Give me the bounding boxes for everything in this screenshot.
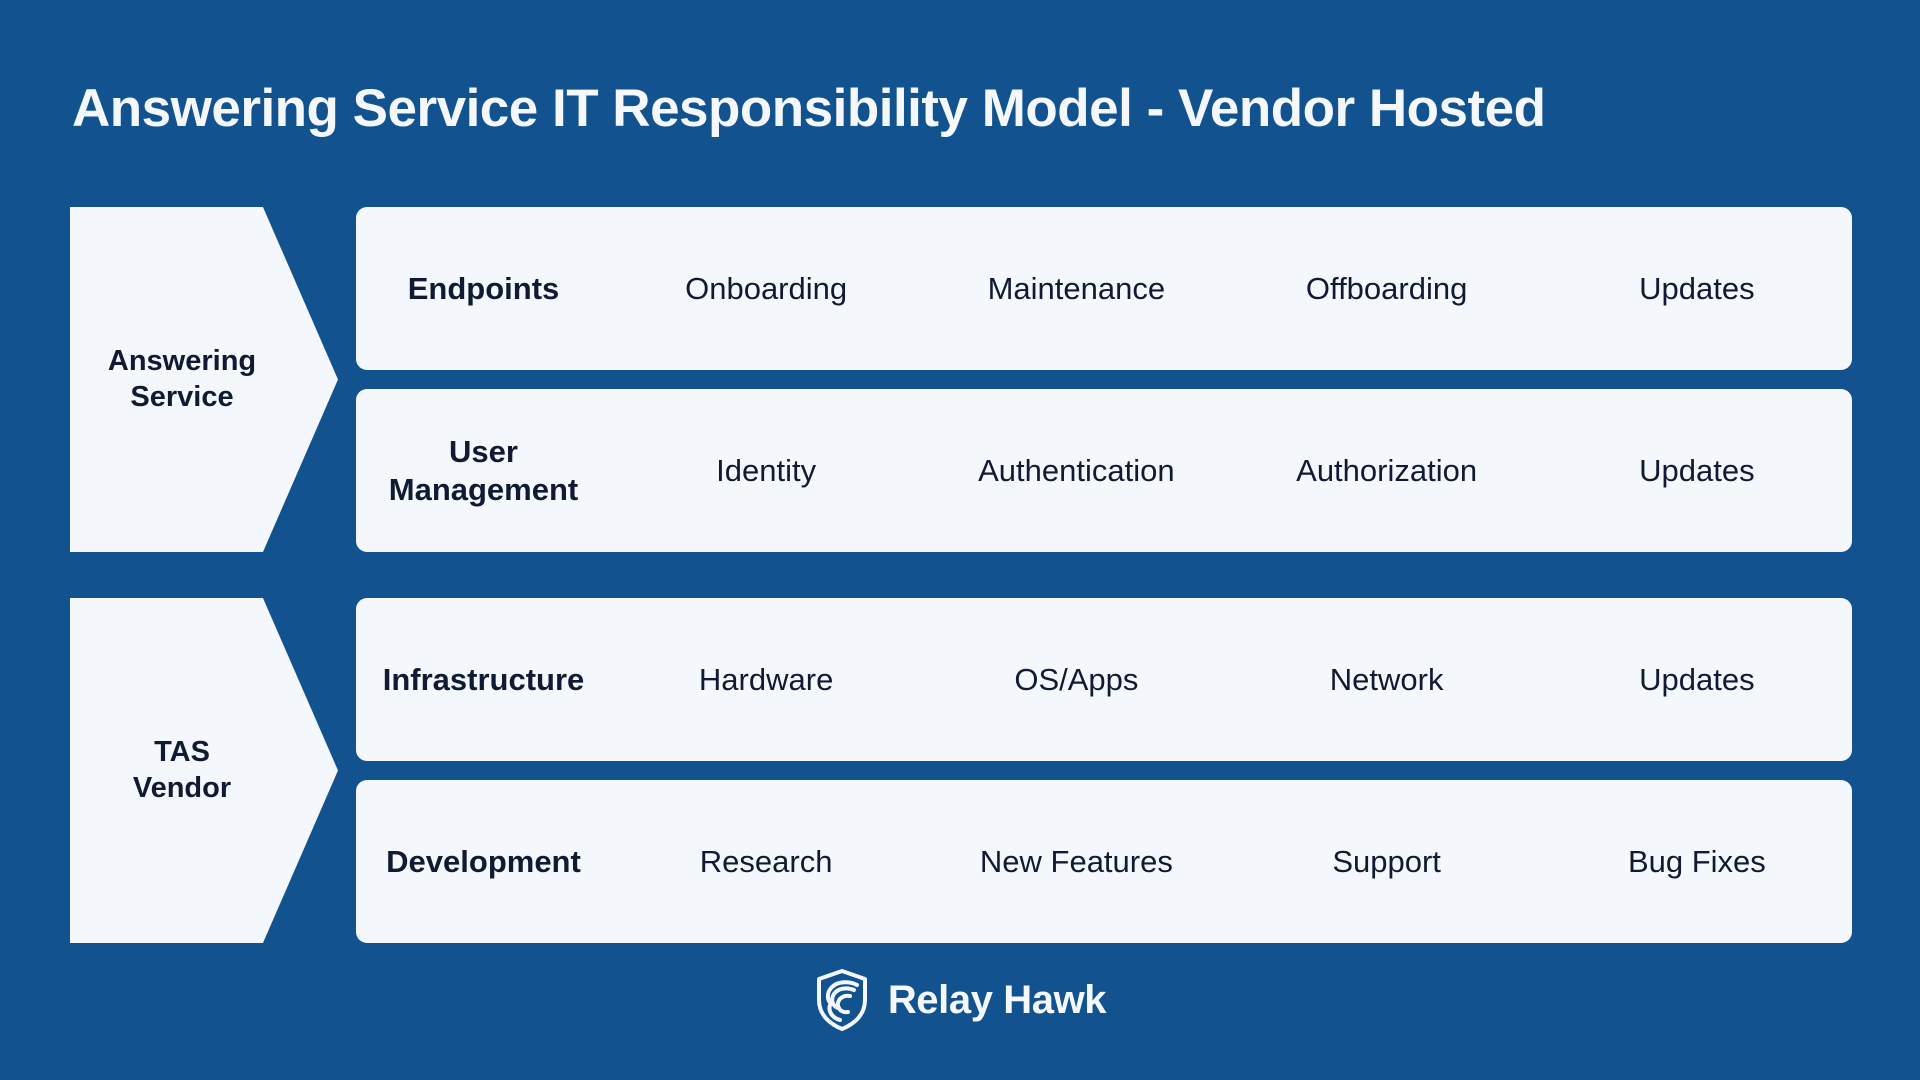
row-item: Bug Fixes: [1627, 843, 1766, 879]
group-label-line1: Answering: [107, 344, 257, 377]
row-item: Updates: [1639, 452, 1755, 488]
row-item: Updates: [1639, 661, 1755, 697]
group-label-text: Answering Service: [70, 207, 294, 552]
row-item: OS/Apps: [1014, 661, 1139, 697]
group-label-line2: Service: [130, 380, 234, 413]
row-heading: Infrastructure: [382, 661, 585, 697]
group-label-answering-service: Answering Service: [70, 207, 338, 552]
row-item: Authorization: [1296, 452, 1478, 488]
table-row: Endpoints Onboarding Maintenance Offboar…: [356, 207, 1852, 370]
row-item: Network: [1329, 661, 1444, 697]
footer-branding: Relay Hawk: [0, 968, 1920, 1032]
table-row: Infrastructure Hardware OS/Apps Network …: [356, 598, 1852, 761]
shield-hawk-icon: [816, 969, 867, 1031]
table-row: Development Research New Features Suppor…: [356, 780, 1852, 943]
group-rows: Infrastructure Hardware OS/Apps Network …: [356, 598, 1852, 943]
group-label-line2: Vendor: [132, 771, 232, 804]
group-rows: Endpoints Onboarding Maintenance Offboar…: [356, 207, 1852, 552]
row-item: Support: [1332, 843, 1441, 879]
row-heading: Development: [386, 843, 581, 879]
row-item: Identity: [716, 452, 817, 488]
group-label-line1: TAS: [154, 735, 210, 768]
page-title: Answering Service IT Responsibility Mode…: [72, 79, 1546, 138]
row-item: Authentication: [978, 452, 1175, 488]
table-row: User Management Identity Authentication …: [356, 389, 1852, 552]
responsibility-model-diagram: Answering Service IT Responsibility Mode…: [0, 0, 1920, 1080]
row-item: New Features: [979, 843, 1173, 879]
row-item: Offboarding: [1305, 270, 1468, 306]
row-item: Updates: [1639, 270, 1755, 306]
group-answering-service: Answering Service Endpoints Onboarding M…: [70, 207, 1852, 552]
row-item: Onboarding: [685, 270, 848, 306]
row-heading: User Management: [356, 433, 611, 507]
group-tas-vendor: TAS Vendor Infrastructure Hardware OS/Ap…: [70, 598, 1852, 943]
row-item: Hardware: [698, 661, 834, 697]
row-heading-line1: User: [449, 434, 518, 470]
group-label-text: TAS Vendor: [70, 598, 294, 943]
brand-name: Relay Hawk: [887, 977, 1107, 1022]
row-heading-line2: Management: [388, 471, 579, 507]
row-heading: Endpoints: [407, 270, 560, 306]
row-item: Maintenance: [987, 270, 1166, 306]
group-label-tas-vendor: TAS Vendor: [70, 598, 338, 943]
row-item: Research: [699, 843, 833, 879]
